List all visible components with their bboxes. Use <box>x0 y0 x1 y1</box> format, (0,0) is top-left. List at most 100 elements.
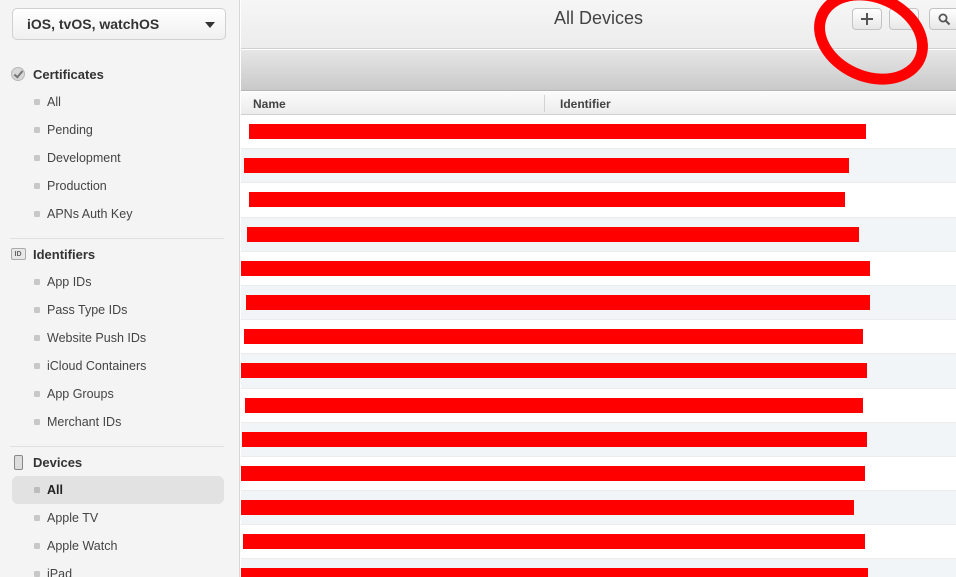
sidebar-item-development[interactable]: Development <box>0 144 239 172</box>
redaction-bar <box>241 363 867 379</box>
table-row[interactable] <box>241 115 956 150</box>
table-row[interactable] <box>241 320 956 355</box>
toolbar-band <box>241 50 956 91</box>
bullet-icon <box>34 127 40 133</box>
sidebar-item-pending[interactable]: Pending <box>0 116 239 144</box>
search-icon <box>938 13 950 25</box>
table-row[interactable] <box>241 389 956 423</box>
sidebar-item-apple-tv[interactable]: Apple TV <box>0 504 239 532</box>
column-header-identifier[interactable]: Identifier <box>560 97 611 111</box>
redaction-bar <box>243 534 865 550</box>
bullet-icon <box>34 571 40 577</box>
redaction-bar <box>244 329 863 345</box>
sidebar-item-icloud-containers[interactable]: iCloud Containers <box>0 352 239 380</box>
sidebar-item-label: Pass Type IDs <box>47 303 128 317</box>
table-row[interactable] <box>241 217 956 252</box>
redaction-bar <box>245 397 863 413</box>
sidebar-item-pass-type-ids[interactable]: Pass Type IDs <box>0 296 239 324</box>
sidebar-item-label: All <box>47 95 61 109</box>
section-header-devices: Devices <box>0 448 239 476</box>
sidebar-item-website-push-ids[interactable]: Website Push IDs <box>0 324 239 352</box>
redaction-bar <box>247 226 859 242</box>
sidebar-item-label: Development <box>47 151 121 165</box>
redaction-bar <box>241 465 865 481</box>
sidebar-item-label: APNs Auth Key <box>47 207 133 221</box>
table-row[interactable] <box>241 491 956 526</box>
sidebar: iOS, tvOS, watchOS Certificates All Pend… <box>0 0 240 577</box>
certificate-icon <box>10 66 26 82</box>
column-header-name[interactable]: Name <box>253 97 286 111</box>
bullet-icon <box>34 419 40 425</box>
column-divider <box>544 95 545 112</box>
bullet-icon <box>34 335 40 341</box>
bullet-icon <box>34 543 40 549</box>
redaction-bar <box>249 192 845 208</box>
bullet-icon <box>34 279 40 285</box>
bullet-icon <box>34 363 40 369</box>
sidebar-item-devices-all[interactable]: All <box>12 476 224 504</box>
sidebar-item-label: Merchant IDs <box>47 415 122 429</box>
redaction-bar <box>242 431 867 447</box>
sidebar-item-label: iCloud Containers <box>47 359 147 373</box>
redaction-bar <box>244 158 849 174</box>
bullet-icon <box>34 99 40 105</box>
sidebar-item-label: App Groups <box>47 387 114 401</box>
title-bar: All Devices <box>241 0 956 49</box>
platform-select[interactable]: iOS, tvOS, watchOS <box>12 8 226 40</box>
sidebar-item-apple-watch[interactable]: Apple Watch <box>0 532 239 560</box>
sidebar-item-label: All <box>47 483 63 497</box>
sidebar-item-label: Apple Watch <box>47 539 118 553</box>
sidebar-item-production[interactable]: Production <box>0 172 239 200</box>
redaction-bar <box>249 124 866 139</box>
table-row[interactable] <box>241 457 956 492</box>
bullet-icon <box>34 515 40 521</box>
sidebar-item-label: Production <box>47 179 107 193</box>
section-title: Identifiers <box>33 246 96 262</box>
bullet-icon <box>34 391 40 397</box>
section-title: Certificates <box>33 66 104 82</box>
iphone-icon <box>10 454 26 470</box>
table-row[interactable] <box>241 525 956 560</box>
table-row[interactable] <box>241 149 956 184</box>
bullet-icon <box>34 183 40 189</box>
divider <box>10 238 224 239</box>
sidebar-item-app-ids[interactable]: App IDs <box>0 268 239 296</box>
table-header: Name Identifier <box>241 92 956 115</box>
sidebar-item-ipad[interactable]: iPad <box>0 560 239 577</box>
sidebar-item-certificates-all[interactable]: All <box>0 88 239 116</box>
sidebar-item-app-groups[interactable]: App Groups <box>0 380 239 408</box>
plus-icon <box>861 13 873 25</box>
table-row[interactable] <box>241 183 956 218</box>
table-row[interactable] <box>241 422 956 457</box>
table-row[interactable] <box>241 559 956 577</box>
section-devices: Devices All Apple TV Apple Watch iPad <box>0 448 239 577</box>
redaction-bar <box>246 294 870 310</box>
sidebar-item-merchant-ids[interactable]: Merchant IDs <box>0 408 239 436</box>
add-device-button[interactable] <box>852 8 882 30</box>
sidebar-item-label: Pending <box>47 123 93 137</box>
section-title: Devices <box>33 454 83 470</box>
search-button[interactable] <box>929 8 956 30</box>
bullet-icon <box>34 307 40 313</box>
table-row[interactable] <box>241 354 956 389</box>
device-table <box>241 115 956 577</box>
table-row[interactable] <box>241 285 956 321</box>
redaction-bar <box>241 500 854 516</box>
sidebar-item-label: Apple TV <box>47 511 99 525</box>
platform-select-value: iOS, tvOS, watchOS <box>27 16 160 32</box>
section-certificates: Certificates All Pending Development Pro… <box>0 60 239 228</box>
section-header-certificates: Certificates <box>0 60 239 88</box>
redaction-bar <box>241 568 868 577</box>
redaction-bar <box>241 260 870 276</box>
edit-button[interactable] <box>889 8 919 30</box>
bullet-icon <box>34 211 40 217</box>
page-title: All Devices <box>553 8 644 28</box>
section-header-identifiers: ID Identifiers <box>0 240 239 268</box>
sidebar-item-label: iPad <box>47 567 73 577</box>
divider <box>10 446 224 447</box>
id-badge-icon: ID <box>10 246 26 262</box>
table-row[interactable] <box>241 252 956 286</box>
sidebar-item-label: Website Push IDs <box>47 331 147 345</box>
bullet-icon <box>34 155 40 161</box>
sidebar-item-apns-auth-key[interactable]: APNs Auth Key <box>0 200 239 228</box>
